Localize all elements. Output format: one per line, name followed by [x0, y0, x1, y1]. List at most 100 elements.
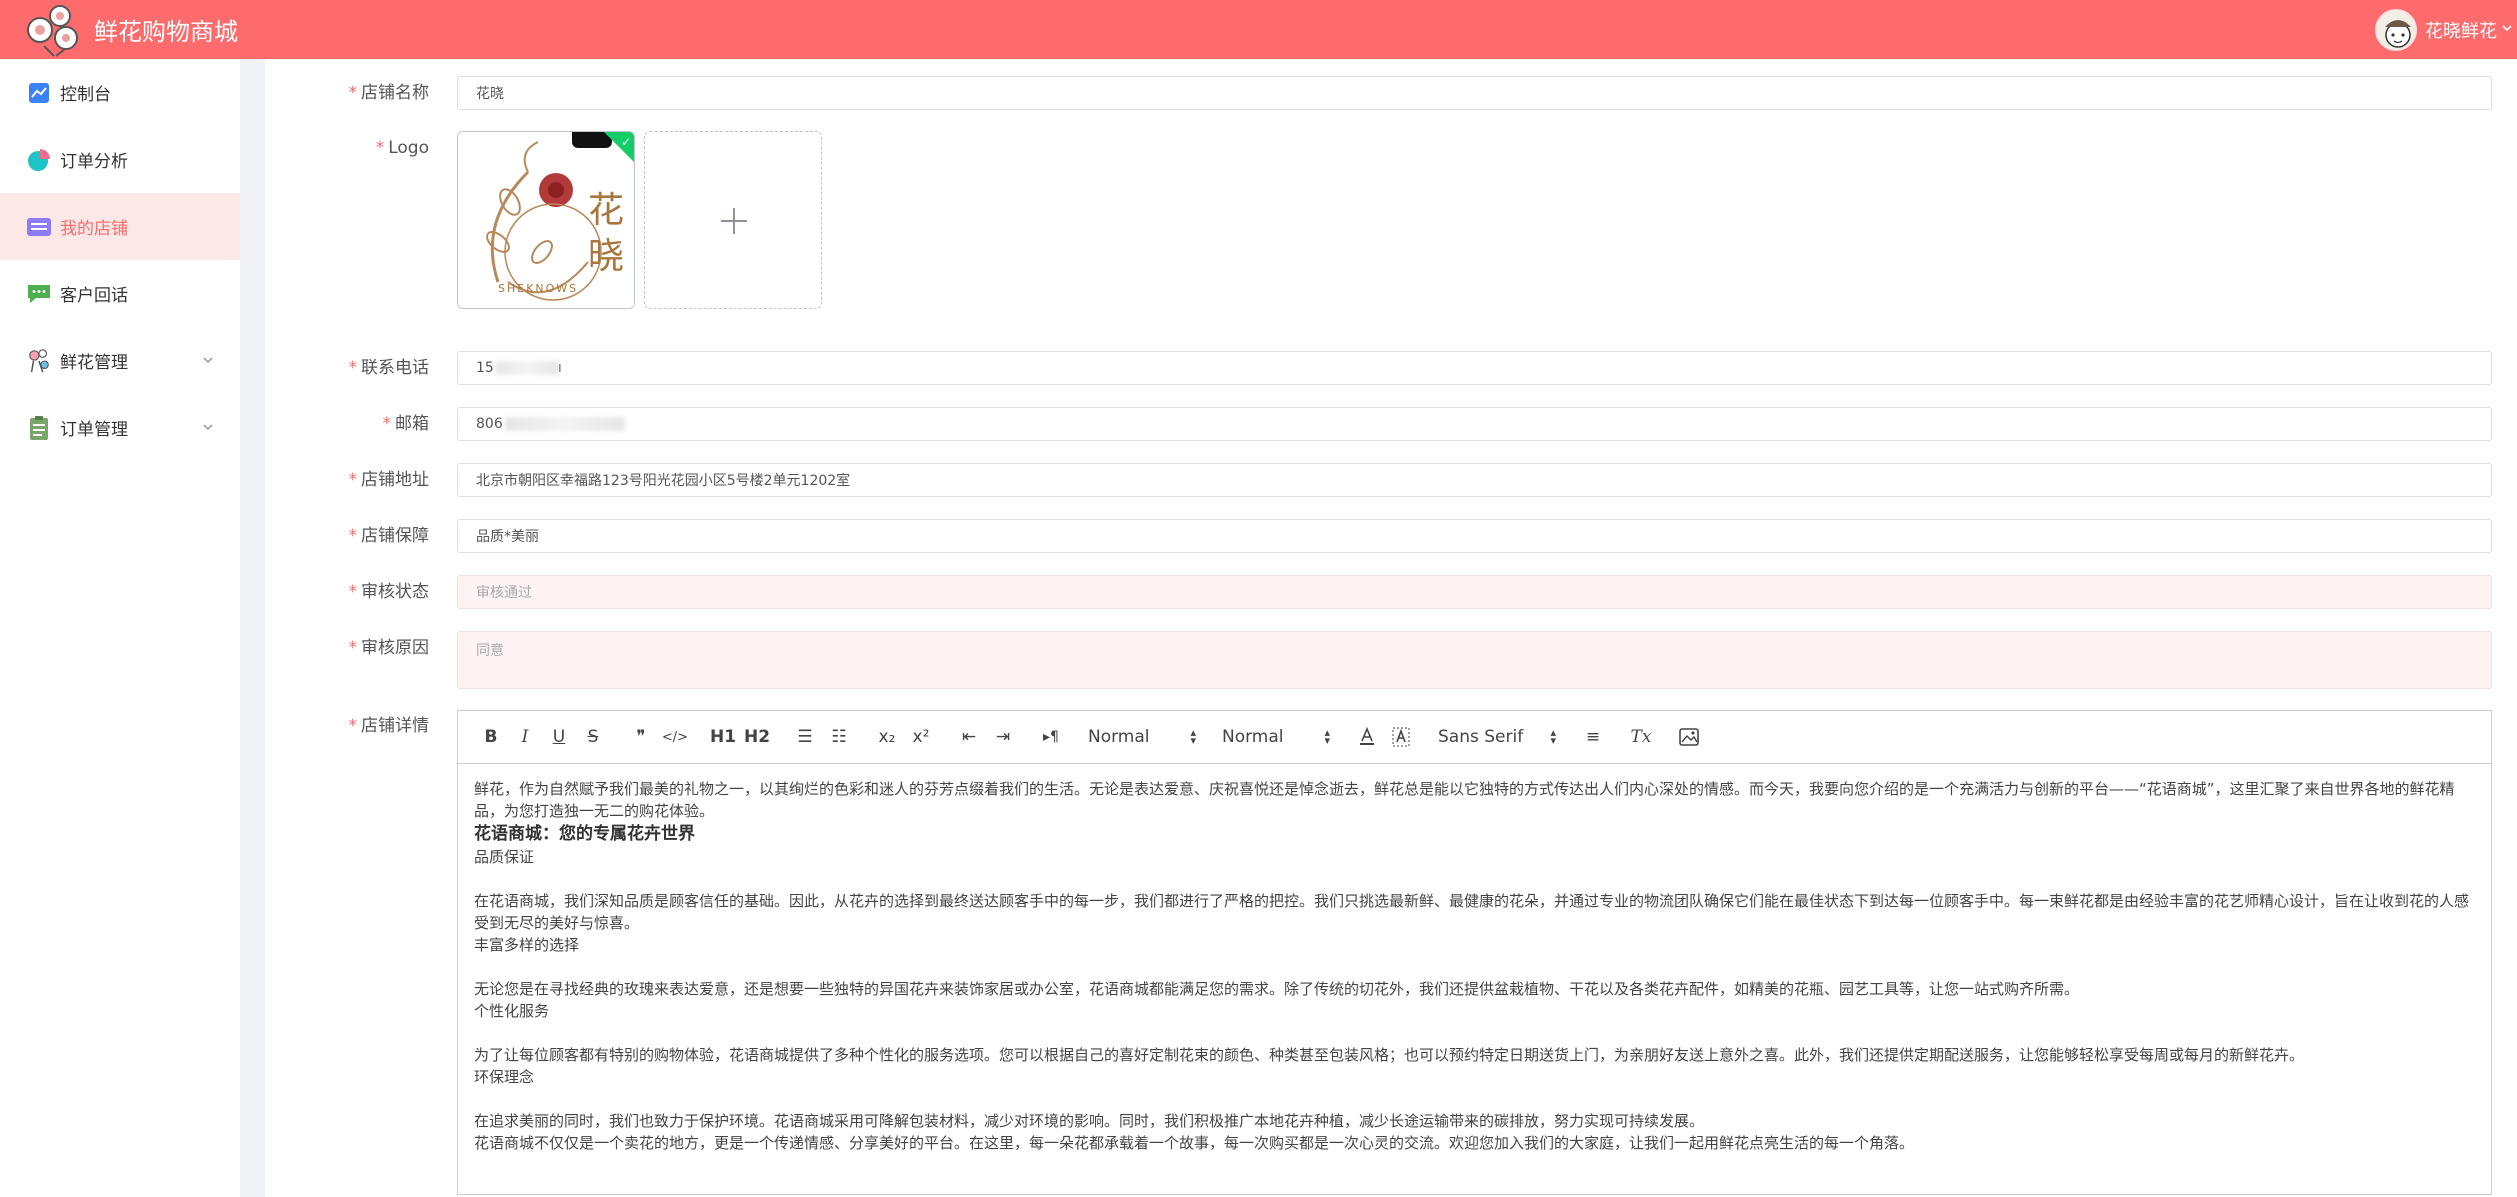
italic-button[interactable]: I: [508, 722, 542, 752]
highlight-icon: [1392, 727, 1410, 747]
text-color-button[interactable]: [1350, 722, 1384, 752]
store-icon: [26, 214, 52, 240]
up-down-arrows-icon: ▴ ▾: [1324, 726, 1330, 747]
editor-content[interactable]: 鲜花，作为自然赋予我们最美的礼物之一，以其绚烂的色彩和迷人的芬芳点缀着我们的生活…: [458, 764, 2491, 1194]
text-direction-button[interactable]: ▸¶: [1034, 722, 1068, 752]
sidebar-item-label: 控制台: [60, 85, 111, 105]
logo-subtext: SHEKNOWS: [498, 282, 579, 295]
phone-label: * 联系电话: [348, 358, 430, 378]
chat-bubble-icon: [26, 281, 52, 307]
phone-input[interactable]: 15 ı: [457, 351, 2492, 385]
sidebar-item-flower-management[interactable]: 鲜花管理: [0, 327, 240, 394]
logo-upload-button[interactable]: [644, 131, 822, 309]
logo-text: 花晓: [588, 190, 625, 277]
sidebar-item-order-analysis[interactable]: 订单分析: [0, 126, 240, 193]
form-row-phone: * 联系电话 15 ı: [265, 351, 2517, 385]
outdent-button[interactable]: ⇤: [952, 722, 986, 752]
sidebar-item-label: 我的店铺: [60, 219, 128, 239]
image-icon: [1679, 728, 1699, 746]
form-row-audit-reason: * 审核原因 同意: [265, 631, 2517, 689]
sidebar-item-customer-chat[interactable]: 客户回话: [0, 260, 240, 327]
chart-line-icon: [26, 80, 52, 106]
guarantee-label: * 店铺保障: [348, 526, 430, 546]
audit-reason-label: * 审核原因: [348, 638, 430, 658]
content-subheading: 品质保证: [474, 848, 535, 866]
address-input[interactable]: 北京市朝阳区幸福路123号阳光花园小区5号楼2单元1202室: [457, 463, 2492, 497]
logo-label: * Logo: [375, 138, 429, 158]
font-picker[interactable]: Sans Serif ▴ ▾: [1432, 722, 1562, 752]
align-button[interactable]: ≡: [1576, 722, 1610, 752]
content-heading: 花语商城：您的专属花卉世界: [474, 824, 695, 844]
sidebar-item-label: 订单管理: [60, 420, 128, 440]
guarantee-input[interactable]: 品质*美丽: [457, 519, 2492, 553]
indent-button[interactable]: ⇥: [986, 722, 1020, 752]
email-label: * 邮箱: [382, 414, 430, 434]
rich-text-editor: B I U S ❞ </> H1 H2 ☰ ☷ x₂ x² ⇤ ⇥ ▸¶ Nor…: [457, 710, 2492, 1195]
store-form: * 店铺名称 花晓 * Logo 花晓 SHEKNOWS ✓ * 联系电话 15…: [265, 59, 2517, 1197]
content-paragraph: 在花语商城，我们深知品质是顾客信任的基础。因此，从花卉的选择到最终送达顾客手中的…: [474, 892, 2470, 932]
top-header: 鲜花购物商城 花晓鲜花: [0, 0, 2517, 59]
audit-status-input: 审核通过: [457, 575, 2492, 609]
content-paragraph: 花语商城不仅仅是一个卖花的地方，更是一个传递情感、分享美好的平台。在这里，每一朵…: [474, 1134, 1915, 1152]
brand[interactable]: 鲜花购物商城: [0, 0, 238, 59]
size-picker[interactable]: Normal ▴ ▾: [1216, 722, 1336, 752]
chevron-down-icon[interactable]: [2501, 22, 2513, 38]
form-row-shop-name: * 店铺名称 花晓: [265, 76, 2517, 110]
text-color-icon: [1360, 727, 1374, 745]
chevron-down-icon[interactable]: [202, 351, 214, 363]
user-menu[interactable]: 花晓鲜花: [2375, 0, 2517, 59]
sidebar-item-label: 客户回话: [60, 286, 128, 306]
up-down-arrows-icon: ▴ ▾: [1550, 726, 1556, 747]
address-label: * 店铺地址: [348, 470, 430, 490]
avatar[interactable]: [2375, 8, 2417, 51]
sidebar: 控制台 订单分析 我的店铺 客户回话 鲜花管理 订单管理: [0, 59, 240, 1197]
clipboard-icon: [26, 415, 52, 441]
sidebar-item-order-management[interactable]: 订单管理: [0, 394, 240, 461]
flower-person-icon: [26, 348, 52, 374]
clear-format-button[interactable]: Tx: [1624, 722, 1658, 752]
sidebar-item-my-store[interactable]: 我的店铺: [0, 193, 240, 260]
header-2-button[interactable]: H2: [740, 722, 774, 752]
header-1-button[interactable]: H1: [706, 722, 740, 752]
background-color-button[interactable]: [1384, 722, 1418, 752]
form-row-email: * 邮箱 806: [265, 407, 2517, 441]
underline-button[interactable]: U: [542, 722, 576, 752]
sidebar-item-dashboard[interactable]: 控制台: [0, 59, 240, 126]
header-picker[interactable]: Normal ▴ ▾: [1082, 722, 1202, 752]
check-icon: ✓: [620, 135, 631, 149]
shop-name-input[interactable]: 花晓: [457, 76, 2492, 110]
superscript-button[interactable]: x²: [904, 722, 938, 752]
content-gutter: [240, 59, 265, 1197]
strikethrough-button[interactable]: S: [576, 722, 610, 752]
audit-status-label: * 审核状态: [348, 582, 430, 602]
image-button[interactable]: [1672, 722, 1706, 752]
sidebar-item-label: 订单分析: [60, 152, 128, 172]
email-input[interactable]: 806: [457, 407, 2492, 441]
app-title: 鲜花购物商城: [94, 18, 238, 46]
bold-button[interactable]: B: [474, 722, 508, 752]
blockquote-button[interactable]: ❞: [624, 722, 658, 752]
chevron-down-icon[interactable]: [202, 418, 214, 430]
redacted-value: [504, 417, 625, 431]
redacted-value: [495, 361, 558, 375]
logo-uploaded-image[interactable]: 花晓 SHEKNOWS ✓: [457, 131, 635, 309]
flower-logo-icon: [24, 2, 86, 58]
up-down-arrows-icon: ▴ ▾: [1190, 726, 1196, 747]
pie-chart-icon: [26, 147, 52, 173]
ordered-list-button[interactable]: ☰: [788, 722, 822, 752]
bullet-list-button[interactable]: ☷: [822, 722, 856, 752]
empty-line: [474, 1088, 2475, 1110]
content-subheading: 丰富多样的选择: [474, 936, 580, 954]
empty-line: [474, 868, 2475, 890]
content-paragraph: 鲜花，作为自然赋予我们最美的礼物之一，以其绚烂的色彩和迷人的芬芳点缀着我们的生活…: [474, 780, 2455, 820]
subscript-button[interactable]: x₂: [870, 722, 904, 752]
details-label: * 店铺详情: [348, 716, 430, 736]
form-row-address: * 店铺地址 北京市朝阳区幸福路123号阳光花园小区5号楼2单元1202室: [265, 463, 2517, 497]
shop-name-label: * 店铺名称: [348, 83, 430, 103]
content-subheading: 个性化服务: [474, 1002, 550, 1020]
user-name: 花晓鲜花: [2425, 20, 2497, 42]
content-paragraph: 在追求美丽的同时，我们也致力于保护环境。花语商城采用可降解包装材料，减少对环境的…: [474, 1112, 1705, 1130]
sidebar-item-label: 鲜花管理: [60, 353, 128, 373]
code-block-button[interactable]: </>: [658, 722, 692, 752]
plus-icon: [721, 208, 747, 234]
